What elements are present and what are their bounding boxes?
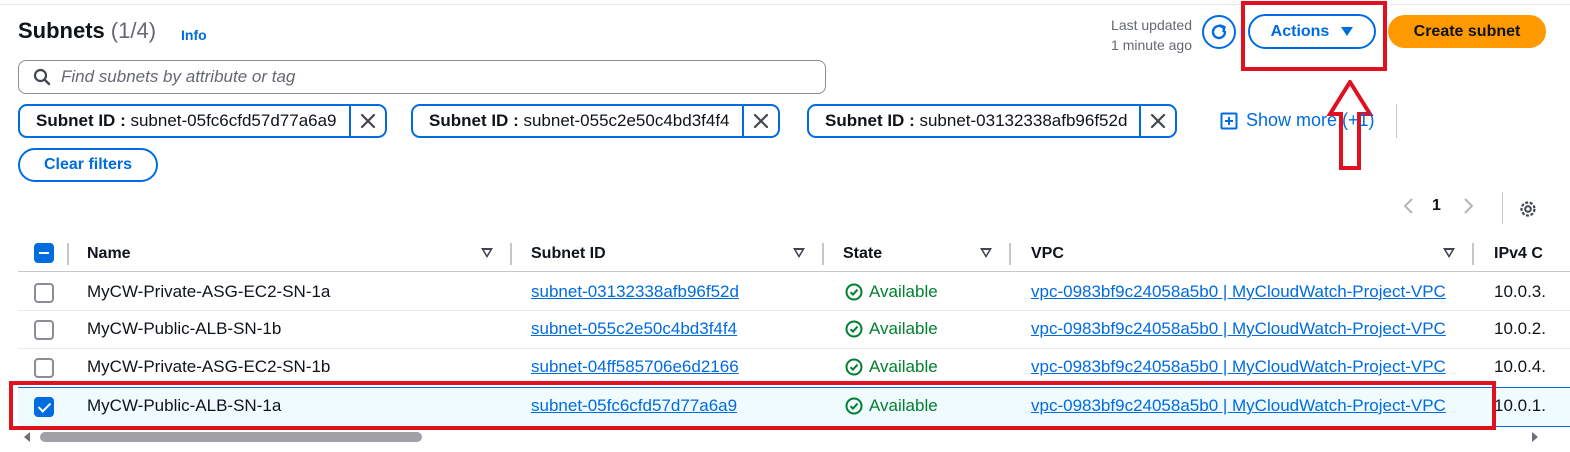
last-updated: Last updated 1 minute ago [1096, 15, 1192, 55]
state-status: Available [845, 357, 938, 377]
search-input[interactable]: Find subnets by attribute or tag [18, 60, 826, 94]
sort-icon[interactable] [1443, 248, 1455, 258]
selection-count: (1/4) [110, 18, 157, 43]
subnet-id-link[interactable]: subnet-04ff585706e6d2166 [531, 357, 739, 377]
show-more-label: Show more (+1) [1246, 110, 1375, 130]
row-checkbox[interactable] [34, 283, 54, 303]
filter-chip: Subnet ID : subnet-05fc6cfd57d77a6a9 [18, 104, 387, 138]
refresh-icon [1211, 24, 1227, 40]
annotation-highlight-row [9, 381, 1496, 430]
remove-filter-button[interactable] [741, 106, 778, 136]
row-divider [18, 348, 1570, 349]
subnet-name: MyCW-Private-ASG-EC2-SN-1a [87, 282, 331, 301]
ipv4-cidr: 10.0.3. [1494, 282, 1546, 301]
ipv4-cidr: 10.0.2. [1494, 319, 1546, 338]
scroll-right-icon[interactable] [1530, 431, 1540, 443]
vpc-link[interactable]: vpc-0983bf9c24058a5b0 | MyCloudWatch-Pro… [1031, 319, 1455, 339]
chevron-left-icon[interactable] [1400, 196, 1418, 216]
plus-square-icon [1220, 112, 1238, 129]
close-icon [360, 113, 375, 129]
column-header-state[interactable]: State [843, 240, 882, 268]
divider [1502, 192, 1503, 224]
select-all-checkbox[interactable] [34, 243, 54, 263]
pagination: 1 [1400, 196, 1477, 216]
clear-filters-button[interactable]: Clear filters [18, 148, 158, 182]
row-divider [18, 310, 1570, 311]
subnet-id-link[interactable]: subnet-03132338afb96f52d [531, 282, 739, 302]
filter-label: Subnet ID : subnet-055c2e50c4bd3f4f4 [429, 111, 730, 130]
column-divider [510, 243, 512, 265]
remove-filter-button[interactable] [1139, 106, 1175, 136]
ipv4-cidr: 10.0.1. [1494, 396, 1546, 415]
state-status: Available [845, 319, 938, 339]
current-page[interactable]: 1 [1432, 197, 1441, 215]
column-divider [822, 243, 824, 265]
scrollbar-thumb[interactable] [40, 432, 422, 442]
filter-label: Subnet ID : subnet-03132338afb96f52d [825, 111, 1128, 130]
remove-filter-button[interactable] [348, 106, 385, 136]
row-checkbox[interactable] [34, 358, 54, 378]
check-circle-icon [845, 320, 863, 338]
scroll-left-icon[interactable] [22, 431, 32, 443]
vpc-link[interactable]: vpc-0983bf9c24058a5b0 | MyCloudWatch-Pro… [1031, 282, 1455, 302]
check-circle-icon [845, 358, 863, 376]
search-placeholder: Find subnets by attribute or tag [61, 67, 296, 86]
last-updated-label: Last updated [1111, 17, 1192, 33]
column-header-ipv4[interactable]: IPv4 C [1494, 240, 1543, 268]
header-divider [18, 271, 1570, 272]
sort-icon[interactable] [980, 248, 992, 258]
column-header-subnet-id[interactable]: Subnet ID [531, 240, 606, 268]
state-label: Available [869, 319, 938, 338]
state-status: Available [845, 282, 938, 302]
ipv4-cidr: 10.0.4. [1494, 357, 1546, 376]
chevron-right-icon[interactable] [1459, 196, 1477, 216]
show-more-filters-link[interactable]: Show more (+1) [1220, 110, 1375, 131]
subnet-name: MyCW-Public-ALB-SN-1b [87, 319, 282, 338]
divider [1396, 104, 1397, 138]
subnet-id-link[interactable]: subnet-055c2e50c4bd3f4f4 [531, 319, 737, 339]
vpc-link[interactable]: vpc-0983bf9c24058a5b0 | MyCloudWatch-Pro… [1031, 357, 1455, 377]
sort-icon[interactable] [481, 248, 493, 258]
info-link[interactable]: Info [181, 27, 207, 43]
refresh-button[interactable] [1202, 15, 1236, 49]
sort-icon[interactable] [793, 248, 805, 258]
filter-chip: Subnet ID : subnet-055c2e50c4bd3f4f4 [411, 104, 780, 138]
create-subnet-button[interactable]: Create subnet [1388, 15, 1546, 48]
annotation-highlight-actions [1241, 1, 1387, 71]
column-divider [67, 243, 69, 265]
row-checkbox[interactable] [34, 320, 54, 340]
close-icon [753, 113, 768, 129]
title-text: Subnets [18, 18, 105, 43]
check-circle-icon [845, 283, 863, 301]
page-title: Subnets (1/4) [18, 18, 156, 44]
filter-chip: Subnet ID : subnet-03132338afb96f52d [807, 104, 1178, 138]
subnet-name: MyCW-Private-ASG-EC2-SN-1b [87, 357, 331, 376]
settings-icon[interactable] [1517, 198, 1539, 220]
column-header-vpc[interactable]: VPC [1031, 240, 1064, 268]
close-icon [1151, 113, 1166, 129]
filter-label: Subnet ID : subnet-05fc6cfd57d77a6a9 [36, 111, 337, 130]
state-label: Available [869, 357, 938, 376]
column-header-name[interactable]: Name [87, 240, 131, 268]
search-icon [33, 68, 51, 86]
state-label: Available [869, 282, 938, 301]
column-divider [1009, 243, 1011, 265]
last-updated-time: 1 minute ago [1111, 37, 1192, 53]
column-divider [1472, 243, 1474, 265]
